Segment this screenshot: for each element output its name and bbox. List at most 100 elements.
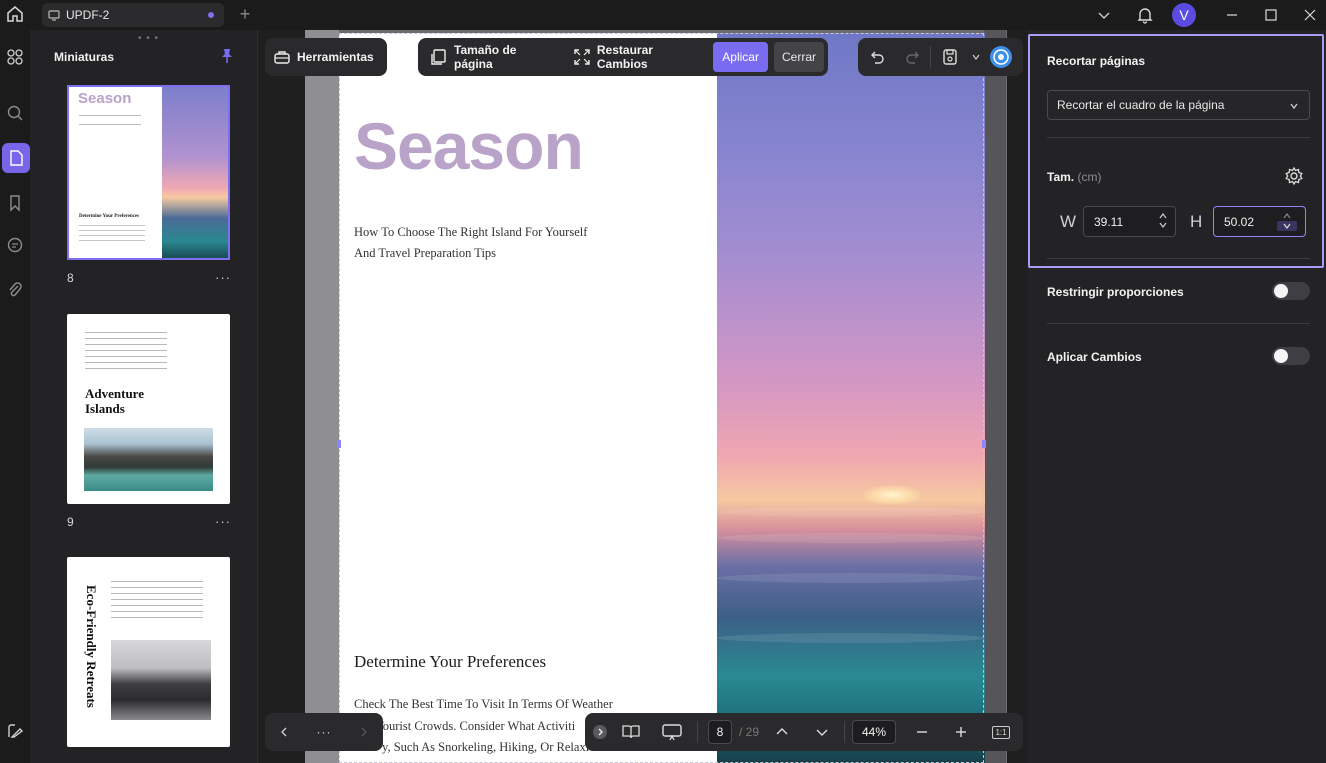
save-button[interactable] [931,38,969,76]
height-stepper[interactable] [1277,212,1297,231]
thumbnail-8-title: Season [78,90,132,107]
document-tab[interactable]: UPDF-2 [42,3,224,27]
undo-button[interactable] [858,38,896,76]
thumbnail-8-text-column: Season Determine Your Preferences [69,87,163,258]
more-options-button[interactable]: ··· [316,725,331,739]
crop-mode-select[interactable]: Recortar el cuadro de la página [1047,90,1310,120]
apply-changes-label: Aplicar Cambios [1047,350,1142,364]
rail-apps-button[interactable] [0,42,30,72]
restore-changes-button[interactable]: Restaurar Cambios [565,38,713,76]
wave-highlight [717,507,985,517]
chevron-down-icon [972,54,980,60]
page-nav-bar: 8 / 29 44% 1:1 [585,713,1023,751]
height-input[interactable]: 50.02 [1213,206,1306,237]
user-account-button[interactable]: V [1171,0,1197,30]
apps-icon [7,49,23,65]
minimize-button[interactable] [1220,0,1244,30]
previous-page-button[interactable] [764,725,800,739]
toolbox-icon [273,48,291,66]
rail-attachment-button[interactable] [0,275,30,305]
crop-handle-left[interactable] [337,440,341,448]
wave-highlight [717,633,985,643]
height-label: H [1190,212,1203,231]
maximize-button[interactable] [1259,0,1283,30]
current-page-field[interactable]: 8 [706,720,734,744]
toggle-knob [1274,284,1288,298]
avatar: V [1172,3,1196,27]
title-bar: UPDF-2 + V [0,0,1326,30]
document-subtitle: How To Choose The Right Island For Yours… [354,222,654,264]
rail-bookmark-button[interactable] [0,188,30,218]
thumbnail-9-title: Adventure Islands [85,386,144,416]
resize-handle[interactable]: • • • [138,33,159,44]
close-button[interactable]: Cerrar [773,42,824,72]
rail-pages-button[interactable] [2,143,30,173]
document-tab-title: UPDF-2 [66,8,110,22]
apply-button[interactable]: Aplicar [713,42,768,72]
zoom-field[interactable]: 44% [845,720,903,744]
dropdown-button[interactable] [1093,0,1115,30]
page-size-icon [430,48,448,66]
bookmark-icon [10,195,20,212]
zoom-in-button[interactable] [941,725,981,739]
width-value: 39.11 [1094,214,1124,229]
home-button[interactable] [4,3,26,25]
page-photo [717,33,985,763]
chevron-left-icon [281,727,287,737]
apply-changes-toggle[interactable] [1272,347,1310,365]
crop-mode-value: Recortar el cuadro de la página [1057,98,1225,112]
nav-separator [697,721,698,743]
chevron-up-icon [776,728,788,735]
new-tab-button[interactable]: + [236,4,254,24]
redo-button[interactable] [896,38,930,76]
thumbnail-8-more-button[interactable]: ··· [215,270,231,285]
crop-pages-title: Recortar páginas [1047,54,1146,68]
thumbnail-page-9[interactable]: Adventure Islands [67,314,230,504]
tools-button[interactable]: Herramientas [265,38,382,76]
zoom-out-button[interactable] [903,725,941,739]
pin-icon [222,49,232,63]
constrain-proportions-label: Restringir proporciones [1047,285,1184,299]
height-value: 50.02 [1224,214,1255,229]
rail-search-button[interactable] [0,98,30,128]
ai-assistant-button[interactable] [983,38,1019,76]
divider [1047,137,1310,138]
gear-icon [1285,166,1303,186]
width-input[interactable]: 39.11 [1083,206,1176,237]
reading-mode-button[interactable] [615,724,647,740]
thumbnail-9-more-button[interactable]: ··· [215,514,231,529]
notifications-button[interactable] [1134,0,1156,30]
search-icon [7,105,23,121]
next-page-button[interactable] [800,725,844,739]
rail-layers-button[interactable] [0,716,30,746]
presentation-button[interactable] [647,723,697,741]
restore-changes-label: Restaurar Cambios [596,43,653,71]
divider [1047,258,1310,259]
rail-comment-button[interactable] [0,230,30,260]
home-icon [7,6,23,22]
next-thumbnail-button[interactable] [358,726,370,738]
collapse-nav-button[interactable] [585,724,615,740]
previous-thumbnail-button[interactable] [278,726,290,738]
current-page-input[interactable]: 8 [708,720,732,744]
stepper-down-highlight[interactable] [1277,221,1297,231]
width-stepper[interactable] [1159,212,1167,229]
total-pages: / 29 [738,725,759,739]
pin-panel-button[interactable] [220,48,234,69]
page-size-button[interactable]: Tamaño de página [422,38,565,76]
save-options-button[interactable] [969,38,983,76]
document-subtitle-line-2: And Travel Preparation Tips [354,246,497,260]
size-settings-button[interactable] [1284,166,1304,191]
constrain-proportions-toggle[interactable] [1272,282,1310,300]
zoom-input[interactable]: 44% [852,720,896,744]
actual-size-button[interactable]: 1:1 [981,725,1021,739]
size-label-text: Tam. [1047,170,1075,184]
thumbnail-page-10[interactable]: Eco-Friendly Retreats [67,557,230,747]
close-window-button[interactable] [1298,0,1322,30]
thumbnail-page-8[interactable]: Season Determine Your Preferences [67,85,230,260]
updf-window: UPDF-2 + V • • • Miniaturas Season Deter… [0,0,1326,763]
crop-handle-right[interactable] [982,440,986,448]
wave-highlight [717,533,985,543]
document-title: Season [354,109,584,183]
thumbnail-9-text-lines [85,332,167,372]
